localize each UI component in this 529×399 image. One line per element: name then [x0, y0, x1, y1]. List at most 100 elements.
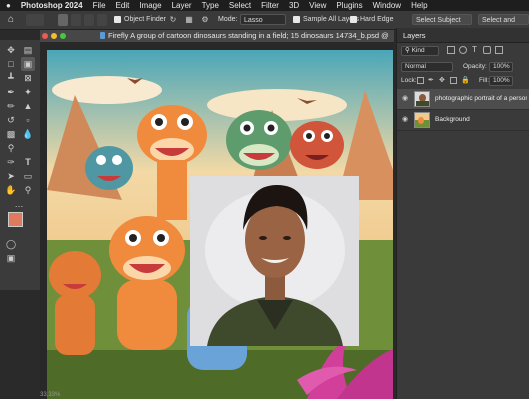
grid-icon[interactable]: ▦ — [184, 14, 194, 26]
dino-teal-left — [85, 146, 133, 190]
canvas-area[interactable] — [40, 42, 394, 399]
close-window-icon[interactable] — [42, 33, 48, 39]
menu-file[interactable]: File — [93, 1, 106, 10]
dodge-tool-icon[interactable]: ⚲ — [5, 142, 17, 154]
hard-edge-checkbox[interactable] — [350, 16, 357, 23]
filter-adjustment-icon[interactable] — [459, 46, 467, 54]
lock-transparent-icon[interactable] — [417, 77, 424, 84]
blend-mode-select[interactable]: Normal — [401, 62, 453, 72]
subtract-selection-icon[interactable] — [84, 14, 94, 26]
filter-kind-select[interactable]: ⚲ Kind — [401, 46, 439, 56]
pen-tool-icon[interactable]: ✑ — [5, 156, 17, 168]
layer-thumbnail — [414, 91, 430, 107]
menu-layer[interactable]: Layer — [172, 1, 192, 10]
menu-app[interactable]: Photoshop 2024 — [21, 1, 83, 10]
brush-tool-icon[interactable]: ✏ — [5, 100, 17, 112]
visibility-eye-icon[interactable]: ◉ — [401, 116, 409, 124]
layer-thumbnail — [414, 112, 430, 128]
home-icon[interactable]: ⌂ — [5, 14, 17, 26]
healing-brush-tool-icon[interactable]: ✦ — [22, 86, 34, 98]
zoom-tool-icon[interactable]: ⚲ — [22, 184, 34, 196]
portrait-layer — [190, 176, 359, 346]
artboard-tool-icon[interactable]: ▤ — [22, 44, 34, 56]
mode-label: Mode: — [218, 16, 238, 23]
layer-row-portrait[interactable]: ◉ photographic portrait of a person — [397, 89, 529, 110]
minimize-window-icon[interactable] — [51, 33, 57, 39]
settings-gear-icon[interactable]: ⚙ — [200, 14, 210, 26]
opacity-input[interactable]: 100% — [489, 62, 513, 72]
lock-artboard-icon[interactable] — [450, 77, 457, 84]
object-selection-tool-icon[interactable]: ▣ — [21, 57, 35, 71]
menu-window[interactable]: Window — [373, 1, 401, 10]
lock-pixels-icon[interactable]: ✒ — [428, 76, 434, 84]
menu-view[interactable]: View — [309, 1, 326, 10]
visibility-eye-icon[interactable]: ◉ — [401, 95, 409, 103]
layers-tab[interactable]: Layers — [397, 28, 529, 43]
blur-tool-icon[interactable]: 💧 — [22, 128, 34, 140]
screen-mode-icon[interactable]: ▣ — [5, 252, 17, 264]
crop-tool-icon[interactable]: ┻ — [5, 72, 17, 84]
zoom-level[interactable]: 33,33% — [40, 392, 60, 398]
menu-help[interactable]: Help — [411, 1, 427, 10]
document-title: Firefly A group of cartoon dinosaurs sta… — [108, 31, 390, 40]
marquee-tool-icon[interactable]: □ — [5, 58, 17, 70]
add-selection-icon[interactable] — [71, 14, 81, 26]
apple-menu-icon[interactable]: ● — [6, 1, 11, 10]
dino-red-right — [290, 121, 344, 169]
menu-image[interactable]: Image — [139, 1, 161, 10]
fill-input[interactable]: 100% — [489, 76, 513, 86]
refresh-icon[interactable]: ↻ — [168, 14, 178, 26]
hand-tool-icon[interactable]: ✋ — [5, 184, 17, 196]
layer-row-background[interactable]: ◉ Background — [397, 110, 529, 131]
select-subject-button[interactable]: Select Subject — [412, 14, 472, 25]
filter-type-icon[interactable]: T — [472, 45, 477, 54]
zoom-window-icon[interactable] — [60, 33, 66, 39]
layers-tab-label: Layers — [403, 31, 426, 40]
menu-type[interactable]: Type — [202, 1, 219, 10]
intersect-selection-icon[interactable] — [97, 14, 107, 26]
menu-edit[interactable]: Edit — [116, 1, 130, 10]
sample-all-layers-checkbox[interactable] — [293, 16, 300, 23]
document-file-icon — [100, 32, 105, 39]
history-brush-tool-icon[interactable]: ↺ — [5, 114, 17, 126]
filter-row: ⚲ Kind T — [397, 44, 529, 58]
type-tool-icon[interactable]: T — [22, 156, 34, 168]
layers-panel: Layers ⚲ Kind T Normal Opacity: 100% Loc… — [396, 28, 529, 399]
select-and-mask-button[interactable]: Select and Mask — [478, 14, 529, 25]
clone-stamp-tool-icon[interactable]: ▲ — [22, 100, 34, 112]
menu-select[interactable]: Select — [229, 1, 251, 10]
layer-name[interactable]: Background — [435, 116, 527, 123]
move-tool-icon[interactable]: ✥ — [5, 44, 17, 56]
gradient-tool-icon[interactable]: ▩ — [5, 128, 17, 140]
object-finder-checkbox[interactable] — [114, 16, 121, 23]
kind-label: Kind — [411, 47, 425, 54]
lock-label: Lock: — [401, 77, 417, 84]
menu-plugins[interactable]: Plugins — [336, 1, 362, 10]
filter-smart-object-icon[interactable] — [495, 46, 503, 54]
tool-preset-picker[interactable] — [26, 14, 44, 26]
document-canvas[interactable] — [47, 50, 393, 399]
menu-3d[interactable]: 3D — [289, 1, 299, 10]
new-selection-icon[interactable] — [58, 14, 68, 26]
more-tools-icon[interactable]: … — [13, 198, 25, 210]
eraser-tool-icon[interactable]: ▫ — [22, 114, 34, 126]
fill-label: Fill: — [479, 77, 490, 84]
frame-tool-icon[interactable]: ⊠ — [22, 72, 34, 84]
quick-mask-icon[interactable]: ◯ — [5, 238, 17, 250]
path-selection-tool-icon[interactable]: ➤ — [5, 170, 17, 182]
hard-edge-label: Hard Edge — [360, 16, 394, 23]
blend-row: Normal Opacity: 100% — [397, 60, 529, 74]
menu-filter[interactable]: Filter — [261, 1, 279, 10]
opacity-label: Opacity: — [463, 63, 487, 70]
filter-pixel-icon[interactable] — [447, 46, 455, 54]
shape-tool-icon[interactable]: ▭ — [22, 170, 34, 182]
foreground-color-swatch[interactable] — [8, 212, 23, 227]
lock-position-icon[interactable]: ✥ — [439, 76, 445, 84]
dino-green-center — [226, 110, 292, 170]
eyedropper-tool-icon[interactable]: ✒ — [5, 86, 17, 98]
mode-select[interactable]: Lasso — [240, 14, 286, 25]
layer-name[interactable]: photographic portrait of a person — [435, 95, 527, 102]
filter-shape-icon[interactable] — [483, 46, 491, 54]
lock-all-icon[interactable]: 🔒 — [461, 76, 470, 84]
lock-row: Lock: ✒ ✥ 🔒 Fill: 100% — [397, 74, 529, 88]
